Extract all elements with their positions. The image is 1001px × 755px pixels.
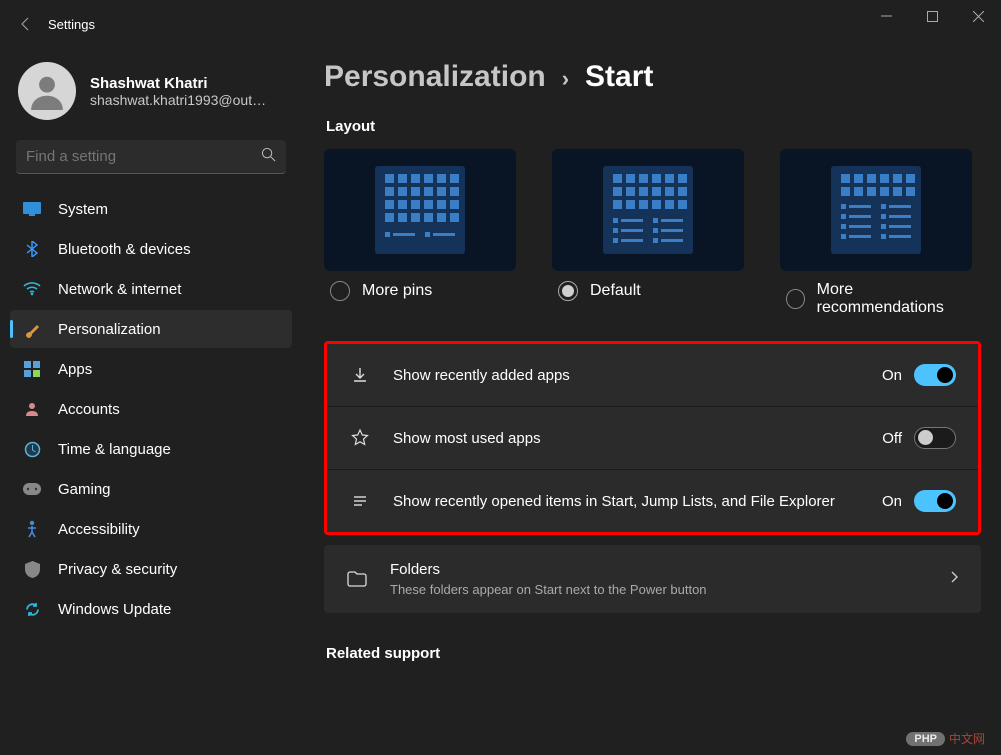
user-name: Shashwat Khatri <box>90 75 266 92</box>
clock-globe-icon <box>22 441 42 458</box>
search-box[interactable] <box>16 140 286 174</box>
shield-icon <box>22 561 42 578</box>
sidebar-item-privacy[interactable]: Privacy & security <box>10 550 292 588</box>
sidebar-item-label: Apps <box>58 361 92 378</box>
layout-radio-more-pins[interactable]: More pins <box>324 281 516 301</box>
radio-icon <box>558 281 578 301</box>
accounts-icon <box>22 401 42 417</box>
setting-label: Show recently added apps <box>393 365 860 386</box>
sidebar-item-accounts[interactable]: Accounts <box>10 390 292 428</box>
chevron-right-icon <box>949 570 959 589</box>
search-input[interactable] <box>26 148 261 165</box>
layout-radio-more-recommendations[interactable]: More recommendations <box>780 281 972 317</box>
breadcrumb-parent[interactable]: Personalization <box>324 60 546 94</box>
sidebar-item-label: Privacy & security <box>58 561 177 578</box>
toggle-switch[interactable] <box>914 490 956 512</box>
sidebar-item-gaming[interactable]: Gaming <box>10 470 292 508</box>
folders-title: Folders <box>390 561 927 578</box>
avatar <box>18 62 76 120</box>
sidebar-item-label: Bluetooth & devices <box>58 241 191 258</box>
toggle-state-text: On <box>882 367 902 384</box>
list-icon <box>349 492 371 510</box>
folders-subtitle: These folders appear on Start next to th… <box>390 582 927 597</box>
sidebar-item-personalization[interactable]: Personalization <box>10 310 292 348</box>
setting-label: Show most used apps <box>393 428 860 449</box>
brush-icon <box>22 321 42 338</box>
update-icon <box>22 601 42 618</box>
wifi-icon <box>22 282 42 296</box>
sidebar-item-label: Personalization <box>58 321 161 338</box>
user-email: shashwat.khatri1993@out… <box>90 92 266 108</box>
breadcrumb: Personalization › Start <box>324 60 981 94</box>
toggle-switch[interactable] <box>914 364 956 386</box>
watermark-brand: PHP <box>906 732 945 746</box>
sidebar-item-label: System <box>58 201 108 218</box>
star-icon <box>349 429 371 447</box>
layout-heading: Layout <box>326 118 981 135</box>
layout-option-label: More pins <box>362 282 432 300</box>
layout-thumb-more-pins[interactable] <box>324 149 516 271</box>
folder-icon <box>346 571 368 587</box>
app-title: Settings <box>48 17 95 32</box>
download-icon <box>349 366 371 384</box>
setting-label: Show recently opened items in Start, Jum… <box>393 491 860 512</box>
layout-thumb-default[interactable] <box>552 149 744 271</box>
setting-recently-added-apps[interactable]: Show recently added apps On <box>327 344 978 407</box>
sidebar-item-label: Gaming <box>58 481 111 498</box>
toggle-state-text: Off <box>882 430 902 447</box>
highlighted-settings-group: Show recently added apps On Show most us… <box>324 341 981 535</box>
sidebar-item-system[interactable]: System <box>10 190 292 228</box>
bluetooth-icon <box>22 241 42 257</box>
sidebar-item-bluetooth[interactable]: Bluetooth & devices <box>10 230 292 268</box>
watermark-text: 中文网 <box>949 730 985 747</box>
sidebar-item-apps[interactable]: Apps <box>10 350 292 388</box>
close-button[interactable] <box>955 0 1001 32</box>
layout-option-label: More recommendations <box>817 281 972 317</box>
sidebar-item-network[interactable]: Network & internet <box>10 270 292 308</box>
accessibility-icon <box>22 520 42 538</box>
toggle-switch[interactable] <box>914 427 956 449</box>
sidebar-item-label: Accessibility <box>58 521 140 538</box>
back-button[interactable] <box>8 6 44 42</box>
apps-icon <box>22 361 42 377</box>
sidebar-item-label: Time & language <box>58 441 171 458</box>
breadcrumb-current: Start <box>585 60 653 94</box>
search-icon <box>261 147 276 167</box>
toggle-state-text: On <box>882 493 902 510</box>
watermark: PHP 中文网 <box>906 730 985 747</box>
layout-option-label: Default <box>590 282 641 300</box>
user-profile[interactable]: Shashwat Khatri shashwat.khatri1993@out… <box>10 56 292 138</box>
folders-setting[interactable]: Folders These folders appear on Start ne… <box>324 545 981 613</box>
layout-radio-default[interactable]: Default <box>552 281 744 301</box>
layout-thumb-more-recommendations[interactable] <box>780 149 972 271</box>
sidebar-item-label: Windows Update <box>58 601 171 618</box>
related-support-heading: Related support <box>326 645 981 662</box>
setting-most-used-apps[interactable]: Show most used apps Off <box>327 407 978 470</box>
minimize-button[interactable] <box>863 0 909 32</box>
radio-icon <box>786 289 805 309</box>
sidebar-item-label: Accounts <box>58 401 120 418</box>
setting-recently-opened-items[interactable]: Show recently opened items in Start, Jum… <box>327 470 978 532</box>
gaming-icon <box>22 483 42 495</box>
sidebar-item-time-language[interactable]: Time & language <box>10 430 292 468</box>
sidebar-item-label: Network & internet <box>58 281 181 298</box>
radio-icon <box>330 281 350 301</box>
chevron-right-icon: › <box>562 66 569 92</box>
sidebar-item-accessibility[interactable]: Accessibility <box>10 510 292 548</box>
maximize-button[interactable] <box>909 0 955 32</box>
sidebar-item-windows-update[interactable]: Windows Update <box>10 590 292 628</box>
display-icon <box>22 202 42 216</box>
